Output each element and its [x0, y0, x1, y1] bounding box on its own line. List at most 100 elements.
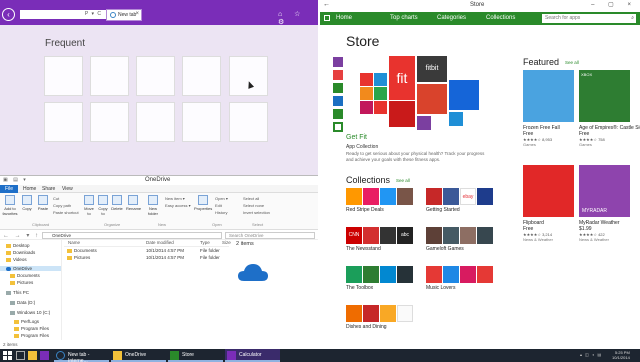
get-fit-title[interactable]: Get Fit	[346, 134, 367, 141]
tree-item-program-files[interactable]: Program Files	[14, 326, 49, 331]
column-name[interactable]: Name	[68, 240, 80, 245]
copy-to-button[interactable]: Copy to	[97, 195, 109, 216]
select-all-button[interactable]: Select all	[243, 196, 259, 201]
edit-button[interactable]: Edit	[215, 203, 222, 208]
copy-button[interactable]: Copy	[20, 195, 34, 211]
tree-item-data-d[interactable]: Data (D:)	[10, 300, 35, 305]
column-date[interactable]: Date modified	[146, 240, 174, 245]
back-icon[interactable]: ‹	[2, 8, 15, 21]
delete-button[interactable]: Delete	[111, 195, 123, 211]
cut-button[interactable]: Cut	[53, 196, 59, 201]
collection-music-lovers[interactable]	[426, 266, 494, 283]
collection-the-toolbox[interactable]	[346, 266, 414, 283]
file-explorer-icon[interactable]	[28, 351, 37, 360]
add-favorites-button[interactable]: Add to favorites	[2, 195, 18, 216]
table-row[interactable]: Documents 10/1/2014 4:57 PM File folder	[64, 248, 229, 255]
easy-access-button[interactable]: Easy access ▾	[165, 203, 191, 208]
frequent-tile[interactable]	[136, 102, 175, 142]
copy-path-button[interactable]: Copy path	[53, 203, 71, 208]
address-bar[interactable]: P ▾ C	[20, 10, 106, 19]
address-icons[interactable]: P ▾ C	[85, 11, 102, 17]
clock[interactable]: 5:25 PM 10/1/2014	[612, 350, 630, 360]
move-to-button[interactable]: Move to	[83, 195, 95, 216]
frequent-tile[interactable]	[182, 102, 221, 142]
new-folder-button[interactable]: New folder	[146, 195, 160, 216]
frequent-tile[interactable]	[44, 56, 83, 96]
tab-home[interactable]: Home	[23, 186, 36, 192]
address-path[interactable]: OneDrive	[42, 232, 222, 239]
back-arrow-icon[interactable]: ←	[323, 1, 330, 8]
paste-button[interactable]: Paste	[36, 195, 50, 211]
windows-start-icon[interactable]	[3, 351, 12, 360]
collection-gameloft-games[interactable]	[426, 227, 494, 244]
tree-item-videos[interactable]: Videos	[6, 257, 27, 262]
tree-item-desktop[interactable]: Desktop	[6, 243, 30, 248]
frequent-tile[interactable]	[90, 56, 129, 96]
new-item-button[interactable]: New item ▾	[165, 196, 185, 201]
system-tray-icons[interactable]: ▴ ◫ ◖ ▤	[580, 352, 602, 357]
nav-top-charts[interactable]: Top charts	[390, 15, 418, 21]
taskbar-item-store[interactable]: Store	[168, 349, 223, 362]
search-icon[interactable]: ⌕	[631, 14, 634, 23]
featured-see-all-link[interactable]: See all	[565, 60, 579, 65]
invert-selection-button[interactable]: Invert selection	[243, 210, 270, 215]
column-type[interactable]: Type	[200, 240, 210, 245]
get-fit-hero[interactable]: fit fitbit	[360, 56, 484, 131]
home-favorites-settings-icons[interactable]: ⌂ ☆ ⚙	[278, 10, 318, 26]
collection-thumb[interactable]	[333, 70, 343, 80]
search-icon[interactable]	[16, 351, 25, 360]
app-card-myradar[interactable]: MYRADAR MyRadar Weather $1.99 ★★★★☆ 422 …	[579, 165, 630, 242]
search-input[interactable]: Search for apps ⌕	[542, 14, 636, 23]
column-size[interactable]: Size	[222, 240, 231, 245]
taskbar-item-ie[interactable]: New tab - Interne...	[54, 349, 109, 362]
collection-thumb[interactable]	[333, 83, 343, 93]
collection-thumb[interactable]	[333, 109, 343, 119]
frequent-tile[interactable]	[44, 102, 83, 142]
nav-collections[interactable]: Collections	[486, 15, 515, 21]
collection-thumb[interactable]	[333, 57, 343, 67]
tree-item-perflogs[interactable]: PerfLogs	[14, 319, 39, 324]
search-input[interactable]: Search OneDrive	[225, 232, 315, 239]
tab-file[interactable]: File	[0, 185, 18, 193]
tree-item-pictures[interactable]: Pictures	[10, 280, 33, 285]
frequent-tile[interactable]	[90, 102, 129, 142]
frequent-tile[interactable]	[182, 56, 221, 96]
tree-item-this-pc[interactable]: This PC	[6, 290, 29, 295]
app-card-flipboard[interactable]: Flipboard Free ★★★★☆ 3,214 News & Weathe…	[523, 165, 574, 242]
nav-arrows-icon[interactable]: ← → ▾ ↑	[3, 232, 40, 239]
nav-categories[interactable]: Categories	[437, 15, 466, 21]
collection-thumb-selected[interactable]	[333, 122, 343, 132]
taskbar-item-onedrive[interactable]: OneDrive	[111, 349, 166, 362]
open-button[interactable]: Open ▾	[215, 196, 228, 201]
store-taskbar-icon[interactable]	[40, 351, 49, 360]
quick-access-toolbar[interactable]: ▣ ▤ ▾	[3, 177, 28, 183]
frequent-tile[interactable]	[136, 56, 175, 96]
paste-shortcut-button[interactable]: Paste shortcut	[53, 210, 79, 215]
window-controls-icon[interactable]: – ▢ ×	[591, 1, 637, 8]
collections-see-all-link[interactable]: See all	[396, 178, 410, 183]
tree-item-program-files-x86[interactable]: Program Files	[14, 333, 49, 338]
collection-the-newsstand[interactable]: CNN abc	[346, 227, 414, 244]
collection-red-stripe-deals[interactable]	[346, 188, 414, 205]
close-tab-icon[interactable]: ×	[135, 11, 139, 17]
collection-getting-started[interactable]: ebay	[426, 188, 494, 205]
rename-button[interactable]: Rename	[126, 195, 141, 211]
history-button[interactable]: History	[215, 210, 227, 215]
tree-item-downloads[interactable]: Downloads	[6, 250, 35, 255]
collection-thumb[interactable]	[333, 96, 343, 106]
collection-dishes-and-dining[interactable]	[346, 305, 414, 322]
nav-home[interactable]: Home	[336, 15, 352, 21]
app-card-frozen-free-fall[interactable]: Frozen Free Fall Free ★★★★☆ 8,953 Games	[523, 70, 574, 147]
taskbar-item-calculator[interactable]: Calculator	[225, 349, 280, 362]
frequent-tile[interactable]	[229, 56, 268, 96]
app-card-age-of-empires[interactable]: XBOX Age of Empires®: Castle Siege Free …	[579, 70, 640, 147]
table-row[interactable]: Pictures 10/1/2014 4:57 PM File folder	[64, 255, 229, 262]
frequent-tile[interactable]	[229, 102, 268, 142]
tab-share[interactable]: Share	[42, 186, 55, 192]
tree-item-windows-c[interactable]: Windows 10 (C:)	[10, 310, 50, 315]
select-none-button[interactable]: Select none	[243, 203, 264, 208]
tree-item-documents[interactable]: Documents	[10, 273, 40, 278]
tab-view[interactable]: View	[62, 186, 73, 192]
tab-new-tab[interactable]: New tab ×	[106, 9, 142, 21]
properties-button[interactable]: Properties	[194, 195, 212, 211]
